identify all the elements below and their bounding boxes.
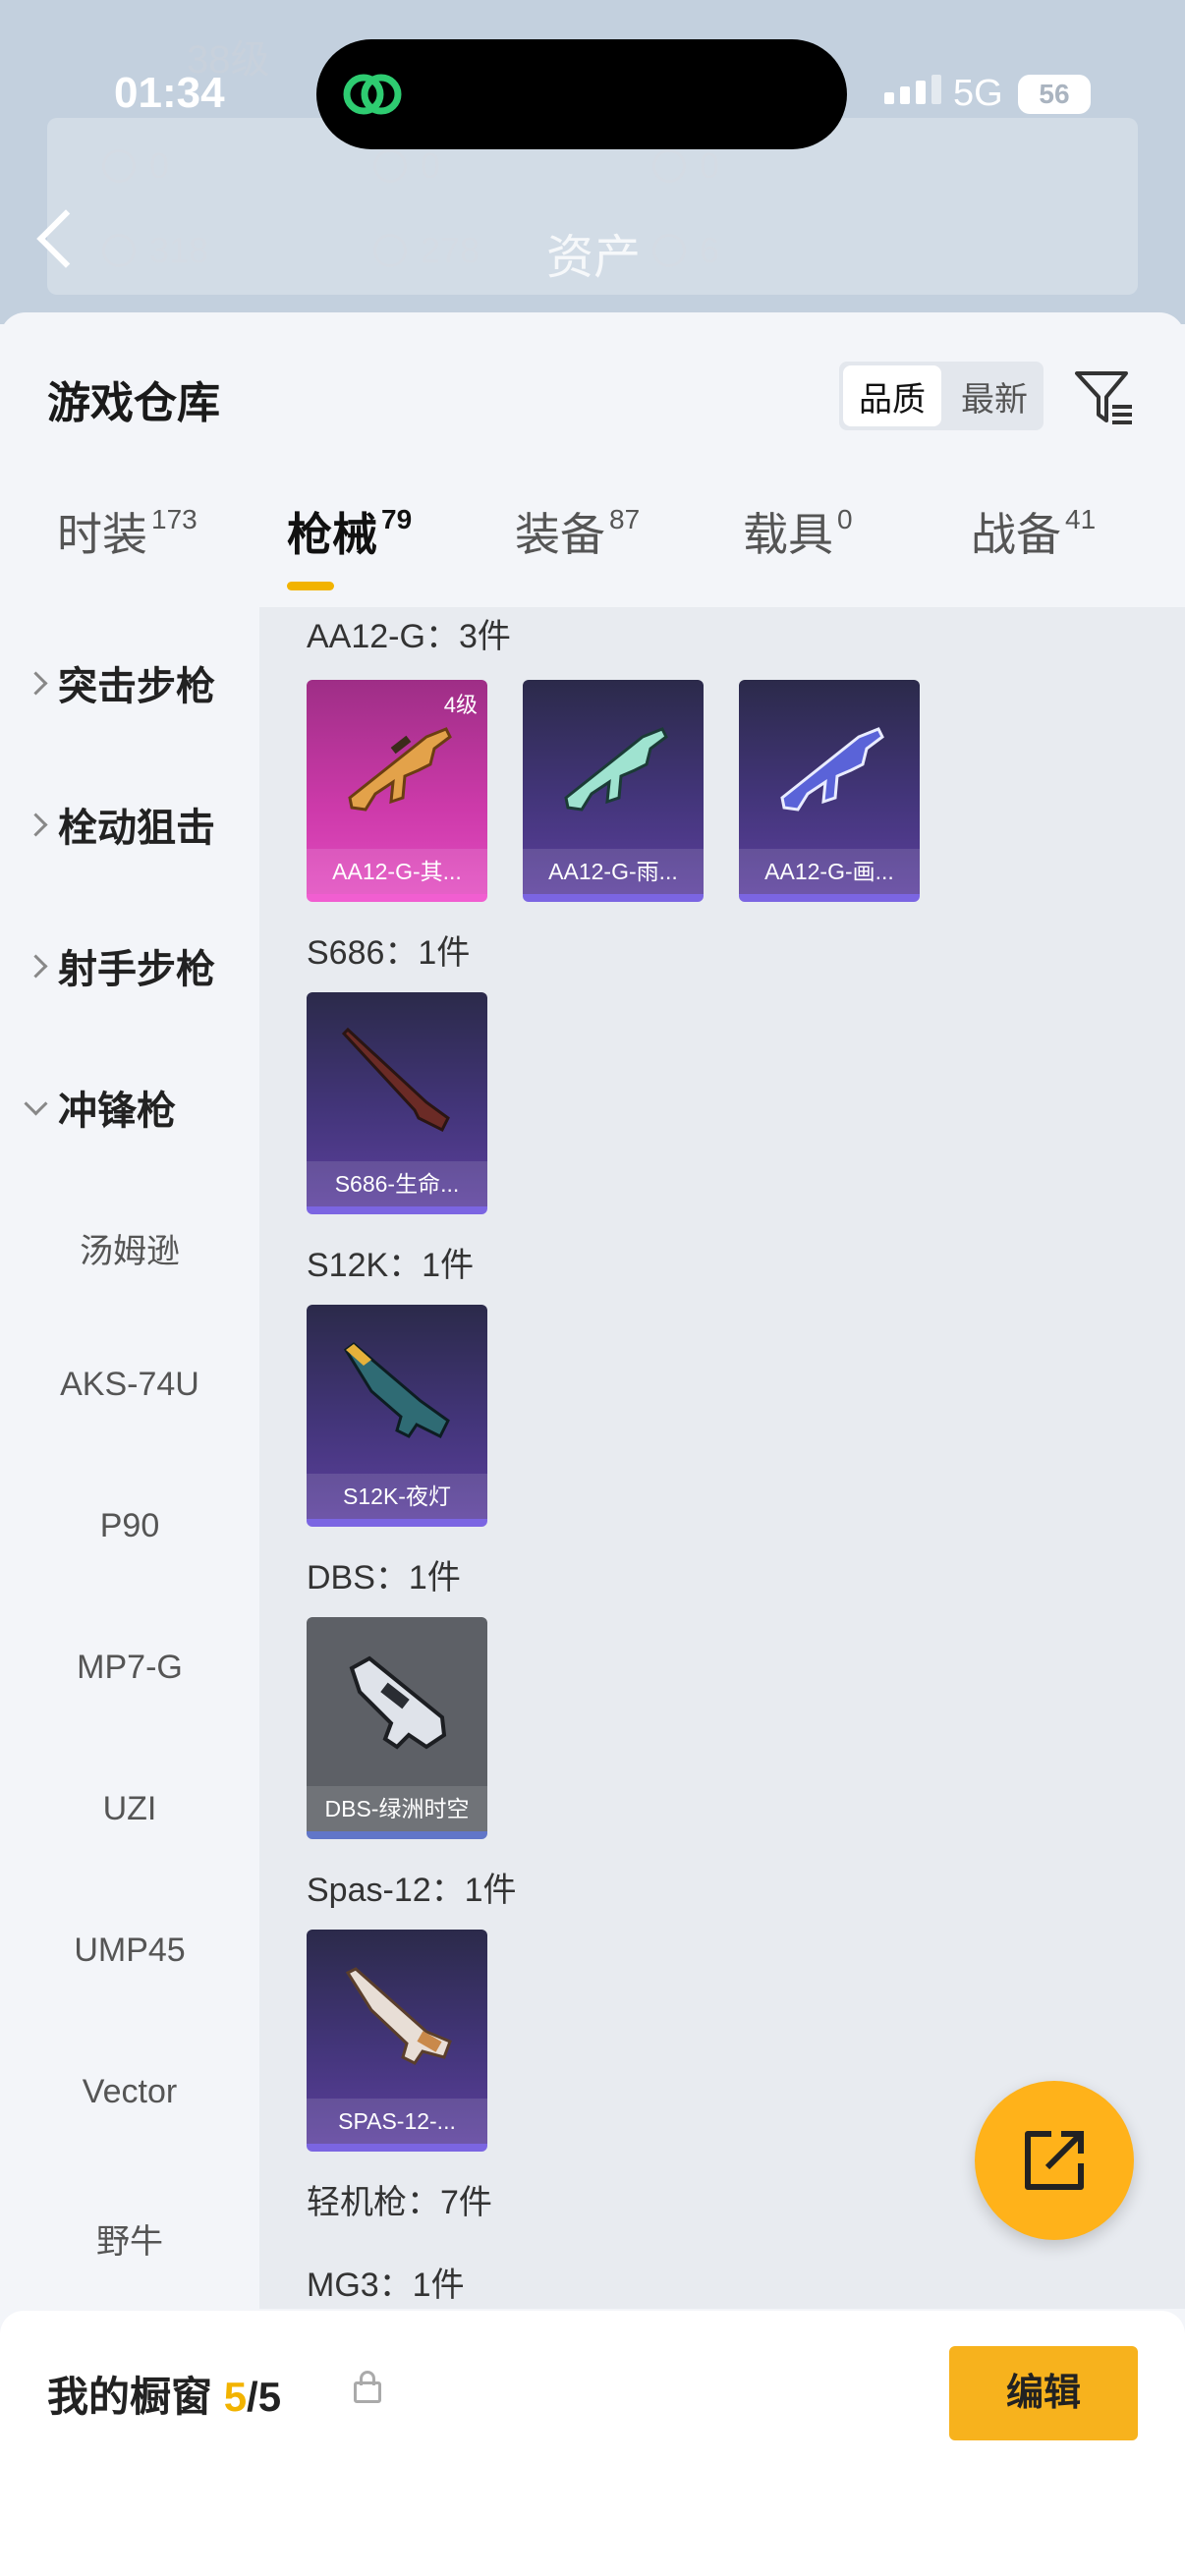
rifle-image-icon xyxy=(348,727,452,812)
network-label: 5G xyxy=(953,73,1003,114)
sidebar-category-marksman-rifle[interactable]: 射手步枪 xyxy=(24,937,215,994)
weapon-card[interactable]: SPAS-12-... xyxy=(307,1930,487,2152)
filter-icon[interactable] xyxy=(1071,362,1136,430)
weapon-name: SPAS-12-... xyxy=(307,2099,487,2144)
chevron-down-icon xyxy=(24,1091,48,1116)
sidebar-item-p90[interactable]: P90 xyxy=(0,1507,259,1545)
bg-stat: 0 xyxy=(102,145,169,187)
status-time: 01:34 xyxy=(114,69,225,117)
group-label: Spas-12：1件 xyxy=(307,1872,517,1909)
rifle-image-icon xyxy=(780,727,884,812)
sidebar-item-ump45[interactable]: UMP45 xyxy=(0,1932,259,1970)
sort-latest[interactable]: 最新 xyxy=(945,362,1044,430)
shotgun-image-icon xyxy=(341,1027,450,1133)
sort-quality[interactable]: 品质 xyxy=(843,365,941,426)
weapon-card[interactable]: S686-生命... xyxy=(307,992,487,1214)
dynamic-island xyxy=(316,39,847,149)
battery-indicator: 56 xyxy=(1018,75,1091,114)
sheet-title: 游戏仓库 xyxy=(47,379,220,427)
bg-stat: 318 xyxy=(102,230,208,271)
weapon-card[interactable]: DBS-绿洲时空 xyxy=(307,1617,487,1839)
weapon-name: DBS-绿洲时空 xyxy=(307,1786,487,1831)
shotgun-image-icon xyxy=(345,1967,452,2065)
share-icon xyxy=(1025,2131,1084,2190)
weapon-name: AA12-G-雨... xyxy=(523,849,704,894)
rifle-image-icon xyxy=(564,727,668,812)
showcase-bar: 我的橱窗 5/5 编辑 xyxy=(0,2311,1185,2576)
group-label: S12K：1件 xyxy=(307,1247,475,1284)
sidebar-category-smg[interactable]: 冲锋枪 xyxy=(24,1079,176,1136)
bg-stat: 0 xyxy=(652,145,719,187)
weapon-card[interactable]: AA12-G-雨... xyxy=(523,680,704,902)
weapon-name: AA12-G-其... xyxy=(307,849,487,894)
group-label: MG3：1件 xyxy=(307,2267,465,2304)
sidebar-item-aks74u[interactable]: AKS-74U xyxy=(0,1366,259,1404)
sidebar-item-vector[interactable]: Vector xyxy=(0,2073,259,2111)
group-label: 轻机枪：7件 xyxy=(307,2184,492,2221)
shotgun-image-icon xyxy=(349,1655,447,1750)
bg-stat: 0 xyxy=(373,145,440,187)
sidebar-item-uzi[interactable]: UZI xyxy=(0,1790,259,1828)
bg-title: 资产 xyxy=(546,232,642,284)
bg-stat: 278 xyxy=(373,230,480,271)
group-label: S686：1件 xyxy=(307,934,471,972)
weapon-name: AA12-G-画... xyxy=(739,849,920,894)
shotgun-image-icon xyxy=(344,1342,450,1439)
weapon-name: S686-生命... xyxy=(307,1161,487,1206)
chevron-right-icon xyxy=(24,670,48,696)
group-label: AA12-G：3件 xyxy=(307,618,511,655)
sidebar-item-bison[interactable]: 野牛 xyxy=(0,2214,259,2263)
active-tab-indicator xyxy=(287,582,334,590)
signal-icon xyxy=(884,75,941,104)
category-tabs: 时装 173 枪械 79 装备 87 载具 0 战备 41 xyxy=(0,499,1185,607)
weapon-card[interactable]: 4级 AA12-G-其... xyxy=(307,680,487,902)
weapon-list: AA12-G：3件 4级 AA12-G-其... AA12-G-雨... AA1… xyxy=(259,607,1185,2309)
sidebar-item-thompson[interactable]: 汤姆逊 xyxy=(0,1224,259,1272)
app-logo-icon xyxy=(343,74,402,115)
sidebar-item-mp7g[interactable]: MP7-G xyxy=(0,1649,259,1687)
tab-firearms[interactable]: 枪械 79 xyxy=(287,499,412,564)
lock-icon xyxy=(354,2371,381,2403)
share-button[interactable] xyxy=(975,2081,1134,2240)
sidebar-category-bolt-sniper[interactable]: 栓动狙击 xyxy=(24,796,215,853)
chevron-right-icon xyxy=(24,812,48,837)
sort-toggle: 品质 最新 xyxy=(839,362,1044,430)
sidebar-category-assault-rifle[interactable]: 突击步枪 xyxy=(24,654,215,711)
group-label: DBS：1件 xyxy=(307,1559,461,1596)
chevron-right-icon xyxy=(24,953,48,979)
weapon-card[interactable]: AA12-G-画... xyxy=(739,680,920,902)
weapon-sidebar xyxy=(0,607,259,2309)
tab-equipment[interactable]: 装备 87 xyxy=(515,499,640,564)
bg-stat: 6 xyxy=(652,230,719,271)
tab-vehicles[interactable]: 载具 0 xyxy=(743,499,853,564)
weapon-name: S12K-夜灯 xyxy=(307,1474,487,1519)
weapon-card[interactable]: S12K-夜灯 xyxy=(307,1305,487,1527)
edit-button[interactable]: 编辑 xyxy=(949,2346,1138,2440)
showcase-title: 我的橱窗 5/5 xyxy=(47,2374,282,2420)
tab-fashion[interactable]: 时装 173 xyxy=(57,499,198,564)
tab-supplies[interactable]: 战备 41 xyxy=(971,499,1096,564)
